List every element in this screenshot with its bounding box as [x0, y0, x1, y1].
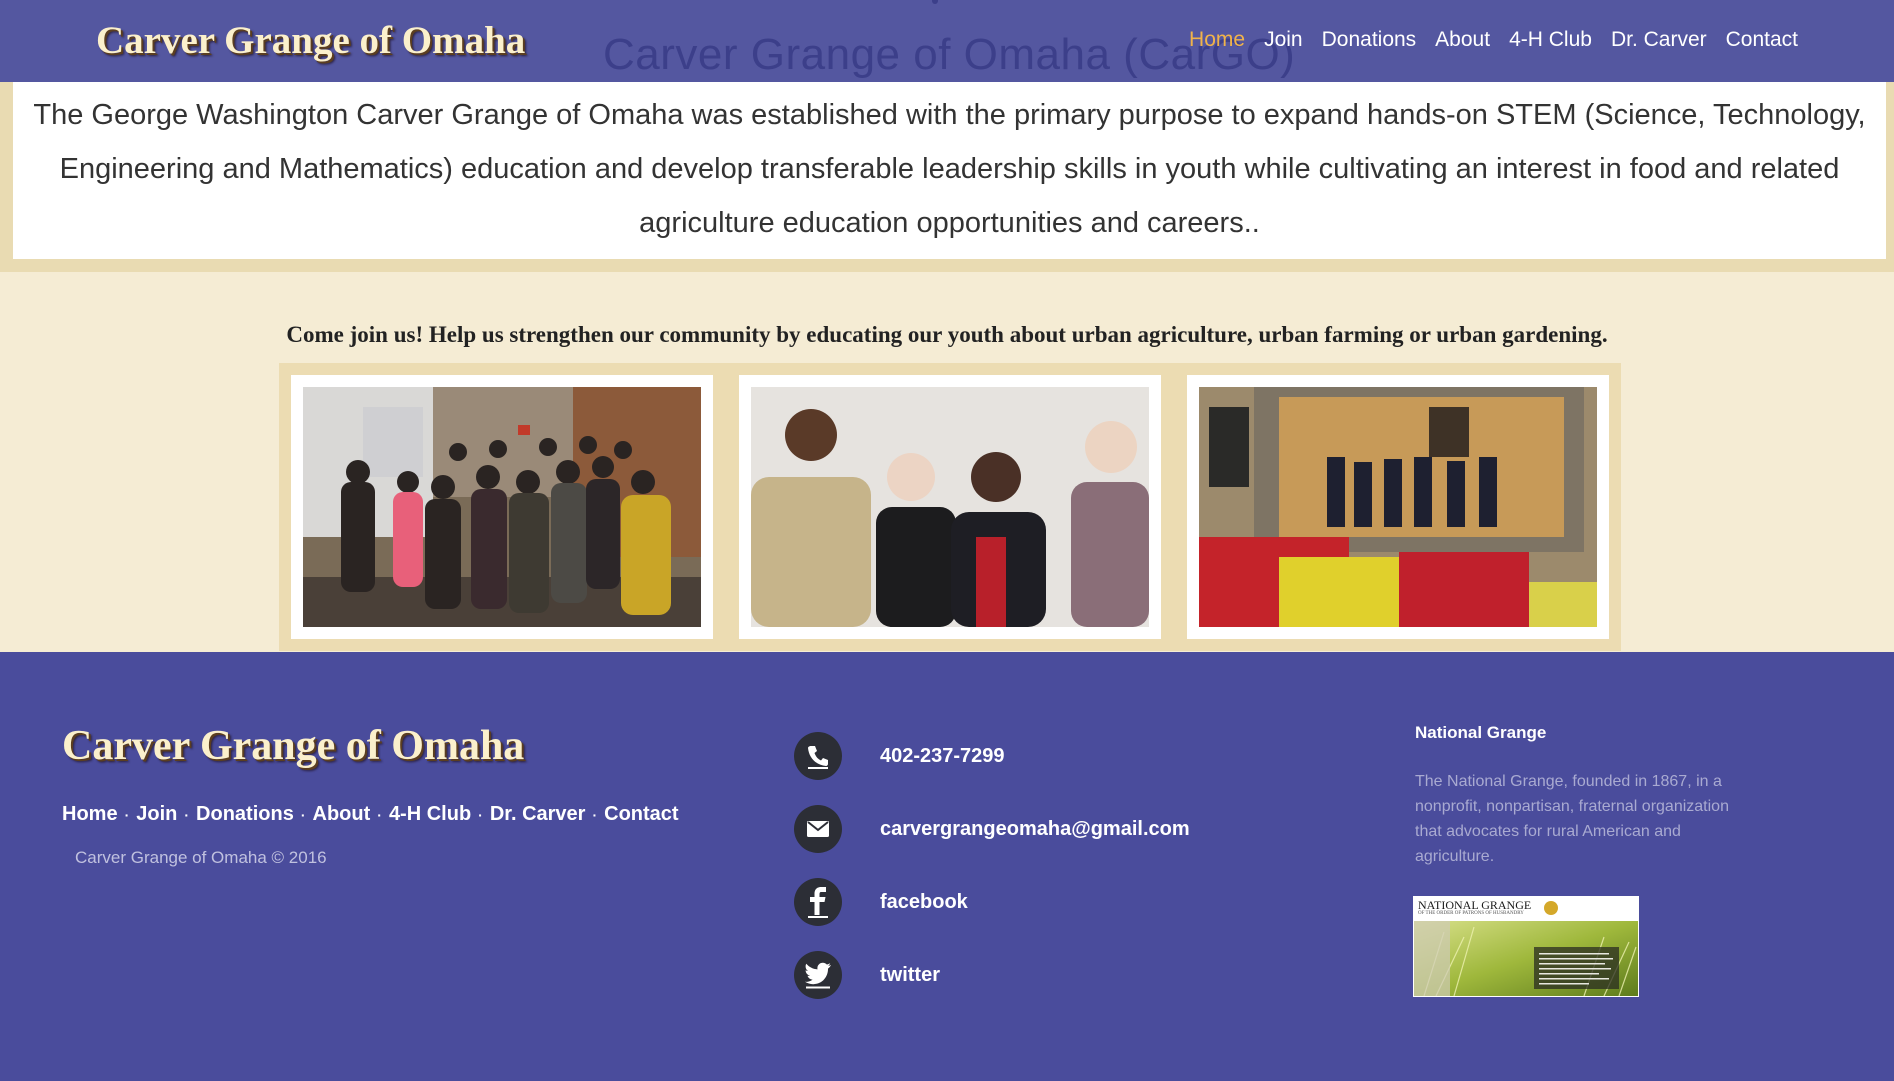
footer-link-home[interactable]: Home: [62, 803, 118, 826]
group-photo-image: [303, 387, 701, 627]
intro-section: The George Washington Carver Grange of O…: [0, 82, 1894, 272]
separator: ·: [478, 806, 483, 823]
nav-donations[interactable]: Donations: [1322, 28, 1417, 52]
footer-link-about[interactable]: About: [313, 803, 371, 826]
intro-box: The George Washington Carver Grange of O…: [13, 82, 1886, 259]
national-grange-banner-subheading: OF THE ORDER OF PATRONS OF HUSBANDRY: [1418, 911, 1524, 916]
footer-link-contact[interactable]: Contact: [604, 803, 678, 826]
gallery-photo-1[interactable]: [291, 375, 713, 639]
photo-gallery: [279, 363, 1621, 651]
phone-number[interactable]: 402-237-7299: [880, 745, 1005, 768]
copyright-text: Carver Grange of Omaha © 2016: [75, 848, 327, 867]
footer-link-4h-club[interactable]: 4-H Club: [389, 803, 471, 826]
separator: ·: [300, 806, 306, 823]
nav-contact[interactable]: Contact: [1726, 28, 1798, 52]
nav-about[interactable]: About: [1435, 28, 1490, 52]
separator: ·: [377, 806, 382, 823]
separator: ·: [124, 806, 130, 823]
join-heading: Come join us! Help us strengthen our com…: [286, 322, 1608, 347]
contact-email[interactable]: carvergrangeomaha@gmail.com: [794, 805, 1190, 853]
email-address[interactable]: carvergrangeomaha@gmail.com: [880, 818, 1190, 841]
gallery-photo-3[interactable]: [1187, 375, 1609, 639]
phone-icon: [794, 732, 842, 780]
footer-link-dr-carver[interactable]: Dr. Carver: [490, 803, 586, 826]
nav-home[interactable]: Home: [1189, 28, 1245, 52]
nav-4h-club[interactable]: 4-H Club: [1509, 28, 1592, 52]
gallery-photo-2[interactable]: [739, 375, 1161, 639]
members-photo-image: [751, 387, 1149, 627]
nav-dr-carver[interactable]: Dr. Carver: [1611, 28, 1707, 52]
site-header: Carver Grange of Omaha Carver Grange of …: [0, 0, 1894, 82]
site-footer: Carver Grange of Omaha Home · Join · Donat…: [0, 652, 1894, 1081]
footer-link-donations[interactable]: Donations: [196, 803, 294, 826]
main-nav: Home Join Donations About 4-H Club Dr. C…: [1189, 28, 1798, 52]
national-grange-description: The National Grange, founded in 1867, in…: [1415, 773, 1729, 865]
intro-text: The George Washington Carver Grange of O…: [33, 99, 1866, 239]
national-grange-banner[interactable]: NATIONAL GRANGE OF THE ORDER OF PATRONS …: [1413, 896, 1639, 997]
site-logo[interactable]: Carver Grange of Omaha: [96, 18, 525, 63]
produce-photo-image: [1199, 387, 1597, 627]
twitter-link[interactable]: twitter: [880, 964, 940, 987]
facebook-icon: [794, 878, 842, 926]
contact-phone[interactable]: 402-237-7299: [794, 732, 1005, 780]
footer-nav: Home · Join · Donations · About · 4-H Club · …: [62, 803, 679, 826]
footer-link-join[interactable]: Join: [136, 803, 177, 826]
national-grange-title: National Grange: [1415, 723, 1547, 742]
facebook-link[interactable]: facebook: [880, 891, 968, 914]
twitter-icon: [794, 951, 842, 999]
footer-logo[interactable]: Carver Grange of Omaha: [62, 722, 524, 770]
contact-facebook[interactable]: facebook: [794, 878, 968, 926]
email-icon: [794, 805, 842, 853]
separator: ·: [592, 806, 598, 823]
nav-join[interactable]: Join: [1264, 28, 1303, 52]
separator: ·: [184, 806, 190, 823]
contact-twitter[interactable]: twitter: [794, 951, 940, 999]
header-decoration: [932, 0, 938, 4]
